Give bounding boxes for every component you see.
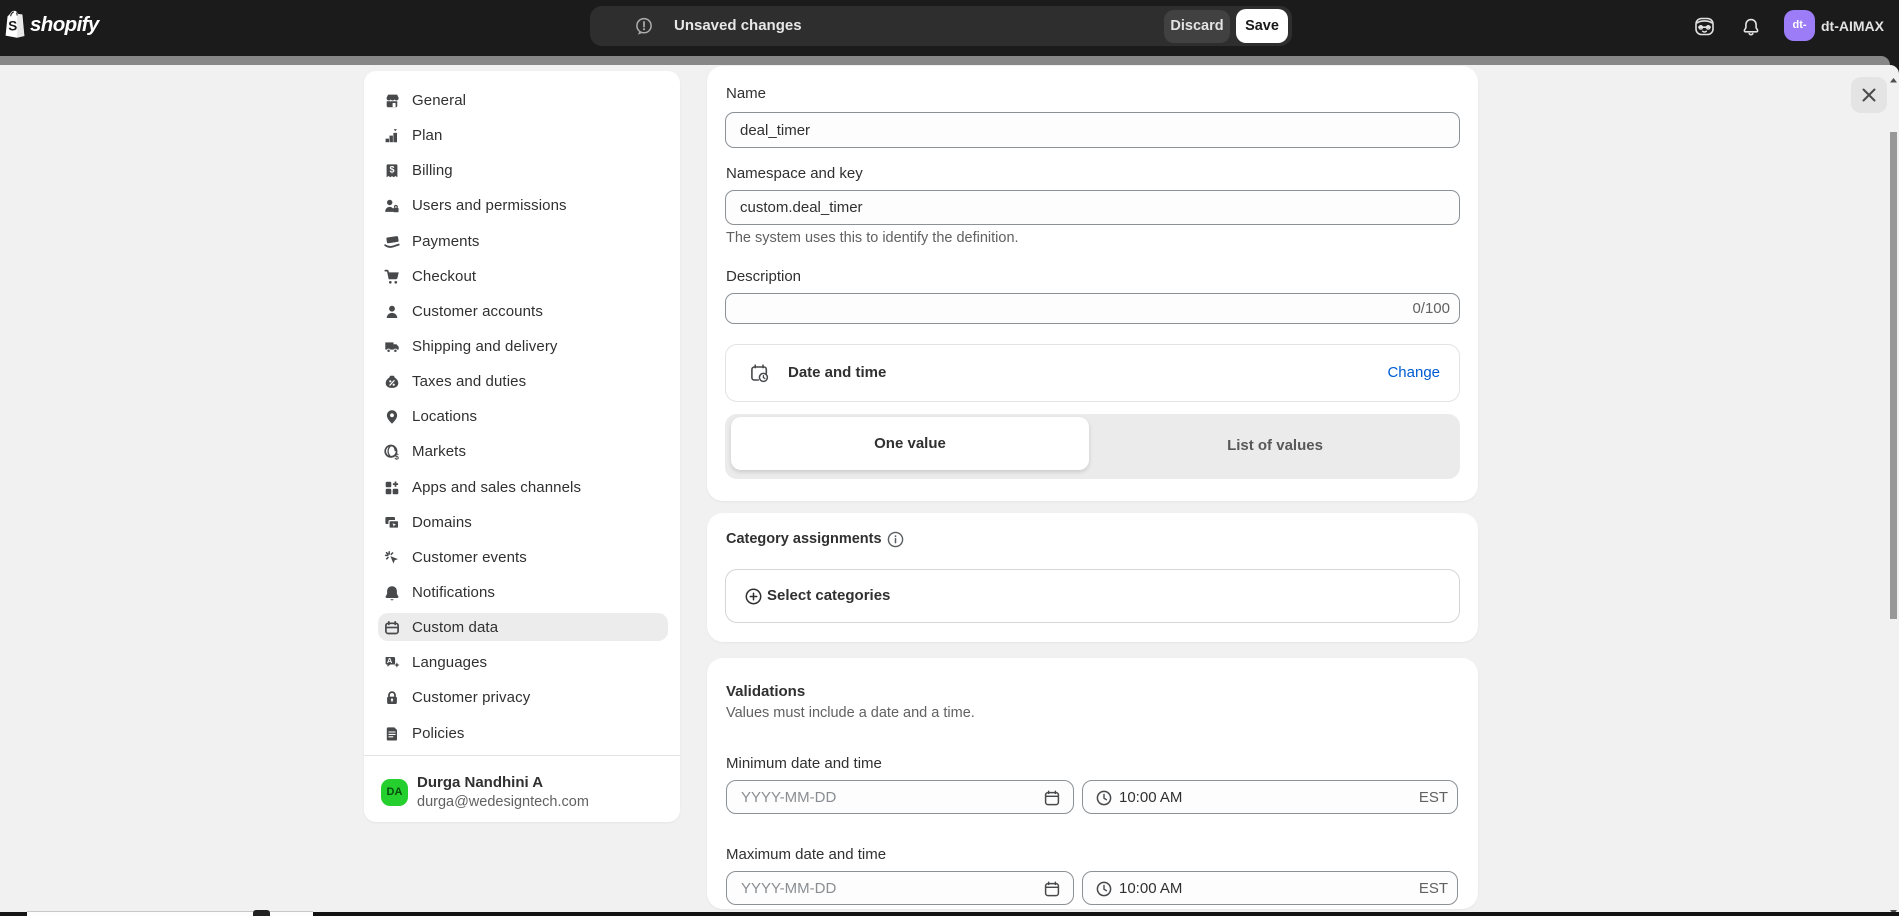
- svg-text:$: $: [389, 165, 394, 175]
- svg-text:A: A: [387, 656, 393, 665]
- svg-text:$: $: [394, 453, 399, 461]
